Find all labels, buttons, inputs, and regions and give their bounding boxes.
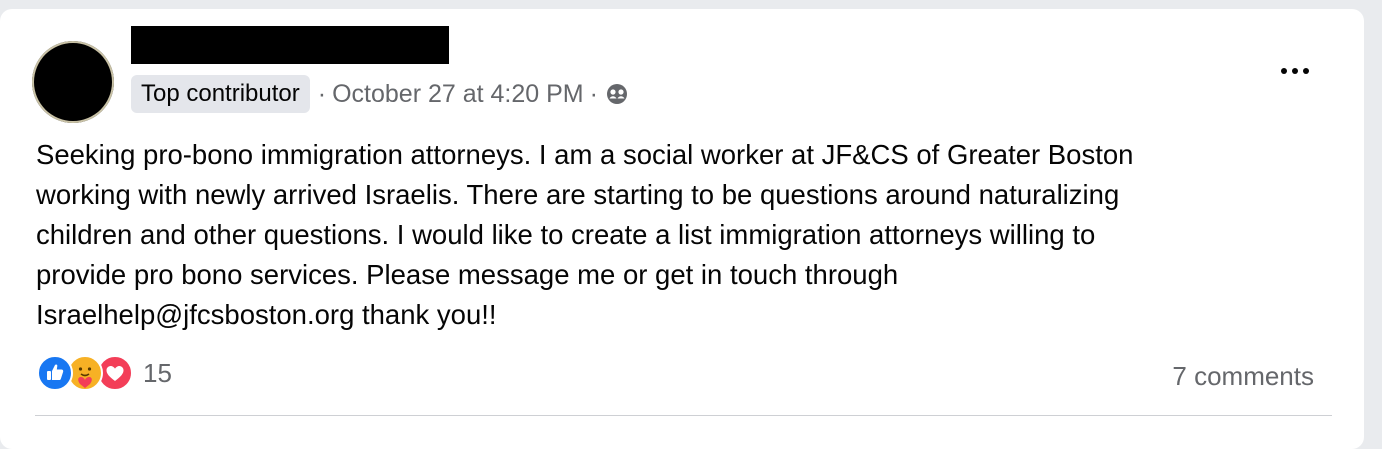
post-body: Seeking pro-bono immigration attorneys. … (36, 139, 1134, 330)
meta-separator: · (317, 79, 327, 108)
author-avatar[interactable] (32, 41, 114, 123)
top-contributor-badge[interactable]: Top contributor (131, 75, 310, 113)
dot-icon (1292, 68, 1298, 74)
author-name-redacted[interactable] (131, 26, 449, 64)
dot-icon (1303, 68, 1309, 74)
divider (35, 415, 1332, 416)
post-meta: Top contributor · October 27 at 4:20 PM … (131, 75, 628, 113)
group-audience-icon[interactable] (606, 83, 628, 105)
meta-separator: · (589, 79, 598, 108)
like-reaction-icon (37, 355, 73, 391)
post-timestamp[interactable]: October 27 at 4:20 PM (332, 80, 584, 109)
post-card: Top contributor · October 27 at 4:20 PM … (0, 9, 1364, 449)
more-options-button[interactable] (1270, 53, 1320, 89)
comments-count-link[interactable]: 7 comments (1172, 361, 1314, 392)
reaction-count[interactable]: 15 (143, 358, 172, 389)
reactions-summary[interactable]: 15 (37, 355, 172, 391)
dot-icon (1281, 68, 1287, 74)
